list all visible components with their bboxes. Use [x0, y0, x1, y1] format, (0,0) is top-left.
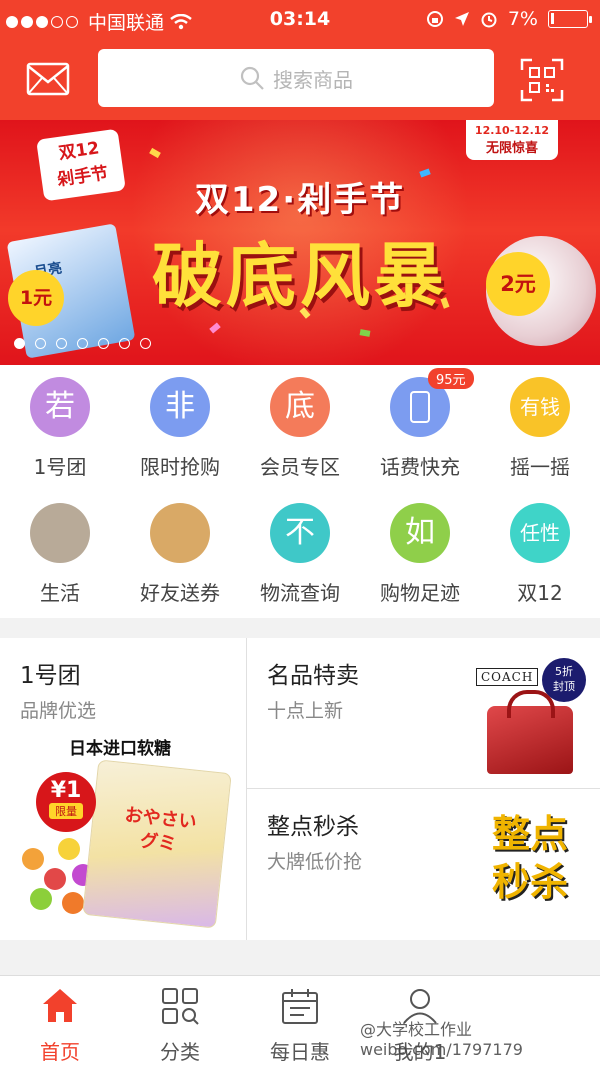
rotation-lock-icon: [426, 11, 443, 27]
quick-entry-item[interactable]: 95元话费快充: [360, 365, 480, 491]
glyph-icon: 底: [270, 377, 330, 437]
quick-entry-item[interactable]: 生活: [0, 491, 120, 617]
price-badge-left: 1元: [8, 270, 64, 326]
pager-dot[interactable]: [14, 338, 25, 349]
mail-icon[interactable]: [26, 62, 70, 96]
tab-label: 分类: [160, 1040, 200, 1064]
quick-entry-item[interactable]: 有钱 摇一摇: [480, 365, 600, 491]
candy: [30, 888, 52, 910]
product-image-candy: おやさい グミ: [82, 759, 232, 929]
watermark: @大学校工作业 weibo.com/1797179: [360, 1020, 523, 1059]
promo-subtitle: 大牌低价抢: [267, 851, 363, 873]
quick-entry-label: 生活: [40, 581, 80, 605]
cat-photo-icon: [30, 503, 90, 563]
quick-entry-item[interactable]: 非限时抢购: [120, 365, 240, 491]
calendar-icon: [282, 989, 318, 1024]
tab-category[interactable]: 分类: [120, 976, 240, 1065]
promo-title: 整点秒杀: [267, 814, 359, 840]
price-value: ¥1: [50, 778, 82, 803]
status-right: 7%: [426, 8, 592, 30]
promo-title: 名品特卖: [267, 663, 359, 689]
quick-entry-item[interactable]: 不物流查询: [240, 491, 360, 617]
quick-entry-label: 物流查询: [260, 581, 340, 605]
pager-dot[interactable]: [98, 338, 109, 349]
flash-sale-art: 整点 秒杀: [480, 810, 580, 920]
quick-entry-item[interactable]: 好友送券: [120, 491, 240, 617]
home-icon: [43, 989, 77, 1022]
promo-section: 1号团 品牌优选 日本进口软糖 おやさい グミ ¥1 限量 名品特卖 十点上新 …: [0, 638, 600, 940]
price-badge: ¥1 限量: [36, 772, 96, 832]
product-caption: 日本进口软糖: [69, 739, 171, 759]
candy: [62, 892, 84, 914]
quick-entry-item[interactable]: 若 1号团: [0, 365, 120, 491]
glyph-icon: 有钱: [510, 377, 570, 437]
art-text: 整点: [491, 812, 568, 856]
quick-entry-label: 购物足迹: [380, 581, 460, 605]
promo-subtitle: 十点上新: [267, 700, 344, 722]
date-caption: 无限惊喜: [485, 141, 538, 156]
quick-entry-item[interactable]: 任性双12: [480, 491, 600, 617]
price-tag-badge: 95元: [428, 368, 474, 389]
quick-entry-label: 好友送券: [140, 581, 220, 605]
location-icon: [454, 12, 469, 26]
tab-label: 首页: [40, 1040, 80, 1064]
quick-entry-label: 摇一摇: [510, 455, 570, 479]
dog-photo-icon: [150, 503, 210, 563]
glyph-icon: 如: [390, 503, 450, 563]
glyph-icon: 非: [150, 377, 210, 437]
quick-entry-label: 双12: [517, 581, 563, 605]
brand-logo: COACH: [476, 668, 539, 686]
quick-entry-label: 1号团: [33, 455, 87, 479]
price-badge-right: 2元: [486, 252, 550, 316]
alarm-icon: [481, 12, 497, 28]
date-range: 12.10-12.12: [474, 124, 550, 137]
promo-banner[interactable]: 双12 剁手节 12.10-12.12 无限惊喜 双12·剁手节 破底风暴 月亮…: [0, 120, 600, 365]
tab-daily-deals[interactable]: 每日惠: [240, 976, 360, 1065]
battery-percent: 7%: [507, 8, 538, 30]
glyph-icon: 任性: [510, 503, 570, 563]
art-text: 秒杀: [491, 860, 568, 904]
promo-subtitle: 品牌优选: [20, 700, 97, 722]
battery-icon: [548, 10, 592, 28]
header-bar: 中国联通 03:14 7% 搜索商品: [0, 0, 600, 120]
date-tag: 12.10-12.12 无限惊喜: [466, 120, 558, 160]
search-input[interactable]: 搜索商品: [98, 49, 494, 107]
quick-entry-item[interactable]: 如购物足迹: [360, 491, 480, 617]
price-tag: 限量: [49, 803, 83, 819]
pager-dot[interactable]: [77, 338, 88, 349]
promo-title: 1号团: [20, 663, 81, 689]
tab-home[interactable]: 首页: [0, 976, 120, 1065]
glyph-icon: 不: [270, 503, 330, 563]
glyph-icon: 若: [30, 377, 90, 437]
promo-card-group-buy[interactable]: 1号团 品牌优选 日本进口软糖 おやさい グミ ¥1 限量: [0, 638, 246, 940]
banner-headline: 双12·剁手节: [194, 180, 406, 220]
search-icon: [240, 66, 264, 90]
candy: [22, 848, 44, 870]
qr-scan-icon[interactable]: [520, 58, 564, 102]
pager-dot[interactable]: [35, 338, 46, 349]
quick-entry-grid: 若 1号团非限时抢购底会员专区 95元 话费快充 有钱 摇一摇 生活 好友送券不物流查询如购物…: [0, 365, 600, 618]
pager-dot[interactable]: [119, 338, 130, 349]
banner-pager[interactable]: [14, 338, 151, 349]
bag-text: おやさい グミ: [123, 804, 198, 855]
quick-entry-label: 话费快充: [380, 455, 460, 479]
search-placeholder: 搜索商品: [273, 67, 353, 92]
pager-dot[interactable]: [140, 338, 151, 349]
candy: [44, 868, 66, 890]
product-image-handbag: [487, 690, 573, 774]
app-screen: 中国联通 03:14 7% 搜索商品 双12 剁手节 12.10-12.12 无…: [0, 0, 600, 1065]
quick-entry-item[interactable]: 底会员专区: [240, 365, 360, 491]
status-bar: 中国联通 03:14 7%: [0, 0, 600, 38]
pager-dot[interactable]: [56, 338, 67, 349]
category-icon: [162, 988, 199, 1025]
candy: [58, 838, 80, 860]
tab-label: 每日惠: [270, 1040, 330, 1064]
quick-entry-label: 会员专区: [260, 455, 340, 479]
quick-entry-label: 限时抢购: [140, 455, 220, 479]
